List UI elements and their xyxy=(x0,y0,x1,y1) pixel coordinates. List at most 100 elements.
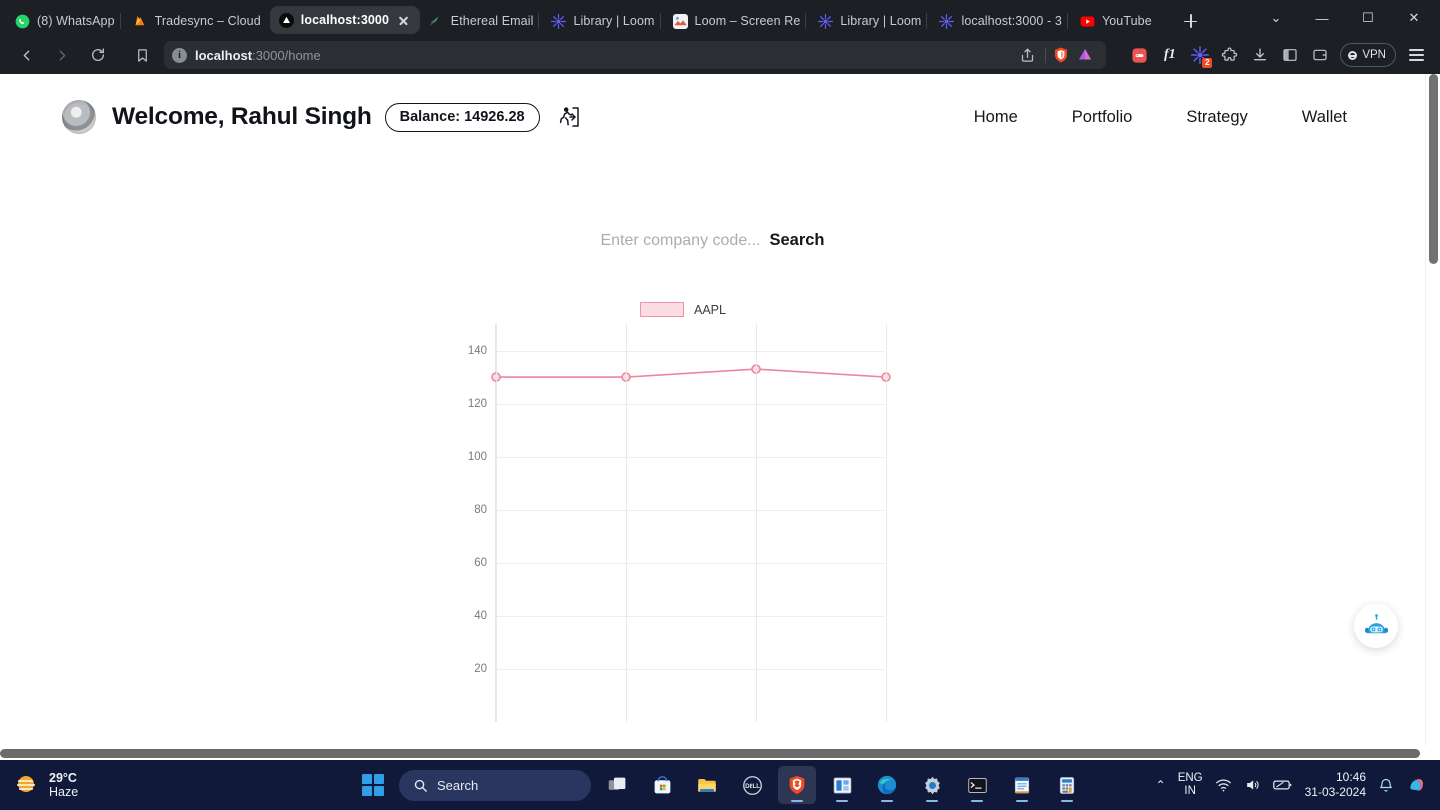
maximize-button[interactable]: ☐ xyxy=(1346,3,1390,33)
battery-icon[interactable] xyxy=(1272,778,1293,792)
downloads-icon[interactable] xyxy=(1246,42,1273,69)
tab-title: Ethereal Email xyxy=(450,14,534,28)
loom-extension-icon[interactable]: 2 xyxy=(1186,42,1213,69)
avatar[interactable] xyxy=(62,100,96,134)
grammarly-extension-icon[interactable]: f1 xyxy=(1156,42,1183,69)
tab-title: Library | Loom xyxy=(840,14,922,28)
new-tab-button[interactable] xyxy=(1175,6,1205,36)
chart-gridline-horizontal xyxy=(496,562,885,564)
close-window-button[interactable]: ✕ xyxy=(1392,3,1436,33)
clock-date: 31-03-2024 xyxy=(1304,785,1366,799)
extension-badge-count: 2 xyxy=(1202,57,1213,68)
language-indicator[interactable]: ENG IN xyxy=(1178,772,1203,797)
app-header: Welcome, Rahul Singh Balance: 14926.28 H… xyxy=(0,74,1425,134)
microsoft-store-icon[interactable] xyxy=(643,766,681,804)
chart-line-aapl xyxy=(496,368,887,378)
microsoft-edge-icon[interactable] xyxy=(868,766,906,804)
chart-gridline-horizontal xyxy=(496,668,885,670)
address-bar-area: i localhost:3000/home xyxy=(126,40,1107,70)
search-input[interactable] xyxy=(600,231,766,250)
tray-chevron-up-icon[interactable]: ⌃ xyxy=(1156,778,1166,792)
vertical-scrollbar-thumb[interactable] xyxy=(1429,74,1438,264)
dell-icon[interactable]: DℓLL xyxy=(733,766,771,804)
bookmark-icon[interactable] xyxy=(126,40,158,70)
brave-shields-icon[interactable] xyxy=(1052,46,1070,64)
pocket-extension-icon[interactable] xyxy=(1126,42,1153,69)
vertical-scrollbar[interactable] xyxy=(1425,74,1440,746)
page-content: Welcome, Rahul Singh Balance: 14926.28 H… xyxy=(0,74,1425,746)
wallet-icon[interactable] xyxy=(1306,42,1333,69)
browser-tab[interactable]: Loom – Screen Re xyxy=(659,6,810,36)
svg-text:DℓLL: DℓLL xyxy=(745,783,760,790)
tab-search-icon[interactable]: ⌄ xyxy=(1254,3,1298,33)
volume-icon[interactable] xyxy=(1244,777,1261,793)
sidebar-toggle-icon[interactable] xyxy=(1276,42,1303,69)
chart-gridline-horizontal xyxy=(496,456,885,458)
system-tray: ⌃ ENG IN 10:46 31-03-2024 xyxy=(1156,770,1440,800)
info-icon[interactable]: i xyxy=(172,47,187,63)
whatsapp-icon xyxy=(15,14,30,28)
nav-link-home[interactable]: Home xyxy=(974,108,1018,127)
ethereal-icon xyxy=(429,16,439,26)
hamburger-menu-icon[interactable] xyxy=(1402,42,1430,69)
tab-close-icon[interactable] xyxy=(396,13,411,28)
windows-start-icon[interactable] xyxy=(354,766,392,804)
loom-icon xyxy=(551,13,567,29)
calculator-icon[interactable] xyxy=(1048,766,1086,804)
taskbar-search[interactable]: Search xyxy=(399,769,591,801)
nav-link-portfolio[interactable]: Portfolio xyxy=(1072,108,1133,127)
brave-browser-icon[interactable] xyxy=(778,766,816,804)
extensions-puzzle-icon[interactable] xyxy=(1216,42,1243,69)
divider xyxy=(1045,47,1047,63)
nav-link-wallet[interactable]: Wallet xyxy=(1302,108,1347,127)
extensions-toolbar: f1 2 VPN xyxy=(1118,42,1430,69)
window-controls: ⌄ — ☐ ✕ xyxy=(1254,3,1436,36)
firebase-icon xyxy=(135,15,144,25)
chart-gridline-vertical xyxy=(496,324,497,722)
tab-title: localhost:3000 xyxy=(300,13,389,27)
back-icon[interactable] xyxy=(10,40,42,70)
browser-tab[interactable]: Ethereal Email xyxy=(420,6,543,36)
minimize-button[interactable]: — xyxy=(1300,3,1344,33)
file-explorer-icon[interactable] xyxy=(688,766,726,804)
office-word-icon[interactable] xyxy=(823,766,861,804)
tab-title: localhost:3000 - 3 xyxy=(961,14,1062,28)
top-navigation: Home Portfolio Strategy Wallet xyxy=(974,108,1347,127)
wifi-icon[interactable] xyxy=(1215,778,1232,793)
brave-rewards-icon[interactable] xyxy=(1076,46,1094,64)
logout-run-icon[interactable] xyxy=(554,102,584,132)
browser-tab[interactable]: Tradesync – Cloud xyxy=(119,6,270,36)
copilot-icon[interactable] xyxy=(1406,775,1428,795)
vpn-label: VPN xyxy=(1362,49,1386,61)
browser-window: (8) WhatsApp Tradesync – Cloud localhost… xyxy=(0,0,1440,760)
tab-strip: (8) WhatsApp Tradesync – Cloud localhost… xyxy=(0,0,1440,36)
taskbar-center: Search DℓLL xyxy=(354,766,1086,804)
chat-assistant-button[interactable] xyxy=(1354,604,1398,648)
browser-tab[interactable]: YouTube xyxy=(1066,6,1167,36)
terminal-icon[interactable] xyxy=(958,766,996,804)
horizontal-scrollbar-thumb[interactable] xyxy=(0,749,1420,758)
browser-tab[interactable]: localhost:3000 - 3 xyxy=(926,6,1070,36)
search-button[interactable]: Search xyxy=(769,231,824,250)
nav-link-strategy[interactable]: Strategy xyxy=(1186,108,1247,127)
bell-icon[interactable] xyxy=(1378,777,1394,794)
address-bar[interactable]: i localhost:3000/home xyxy=(164,40,1107,70)
settings-gear-icon[interactable] xyxy=(913,766,951,804)
weather-widget[interactable]: 29°C Haze xyxy=(0,771,270,800)
language-secondary: IN xyxy=(1184,785,1196,797)
forward-icon[interactable] xyxy=(46,40,78,70)
horizontal-scrollbar[interactable] xyxy=(0,746,1425,760)
browser-tab[interactable]: (8) WhatsApp xyxy=(6,6,124,36)
browser-tab[interactable]: Library | Loom xyxy=(538,6,663,36)
task-view-icon[interactable] xyxy=(598,766,636,804)
notepad-icon[interactable] xyxy=(1003,766,1041,804)
browser-tab[interactable]: Library | Loom xyxy=(805,6,930,36)
vpn-button[interactable]: VPN xyxy=(1340,43,1396,67)
tab-title: (8) WhatsApp xyxy=(37,14,115,28)
chart-legend[interactable]: AAPL xyxy=(640,302,726,317)
language-primary: ENG xyxy=(1177,772,1203,785)
reload-icon[interactable] xyxy=(82,40,114,70)
browser-tab-active[interactable]: localhost:3000 xyxy=(269,6,420,34)
taskbar-clock[interactable]: 10:46 31-03-2024 xyxy=(1305,770,1366,800)
share-icon[interactable] xyxy=(1011,40,1043,70)
